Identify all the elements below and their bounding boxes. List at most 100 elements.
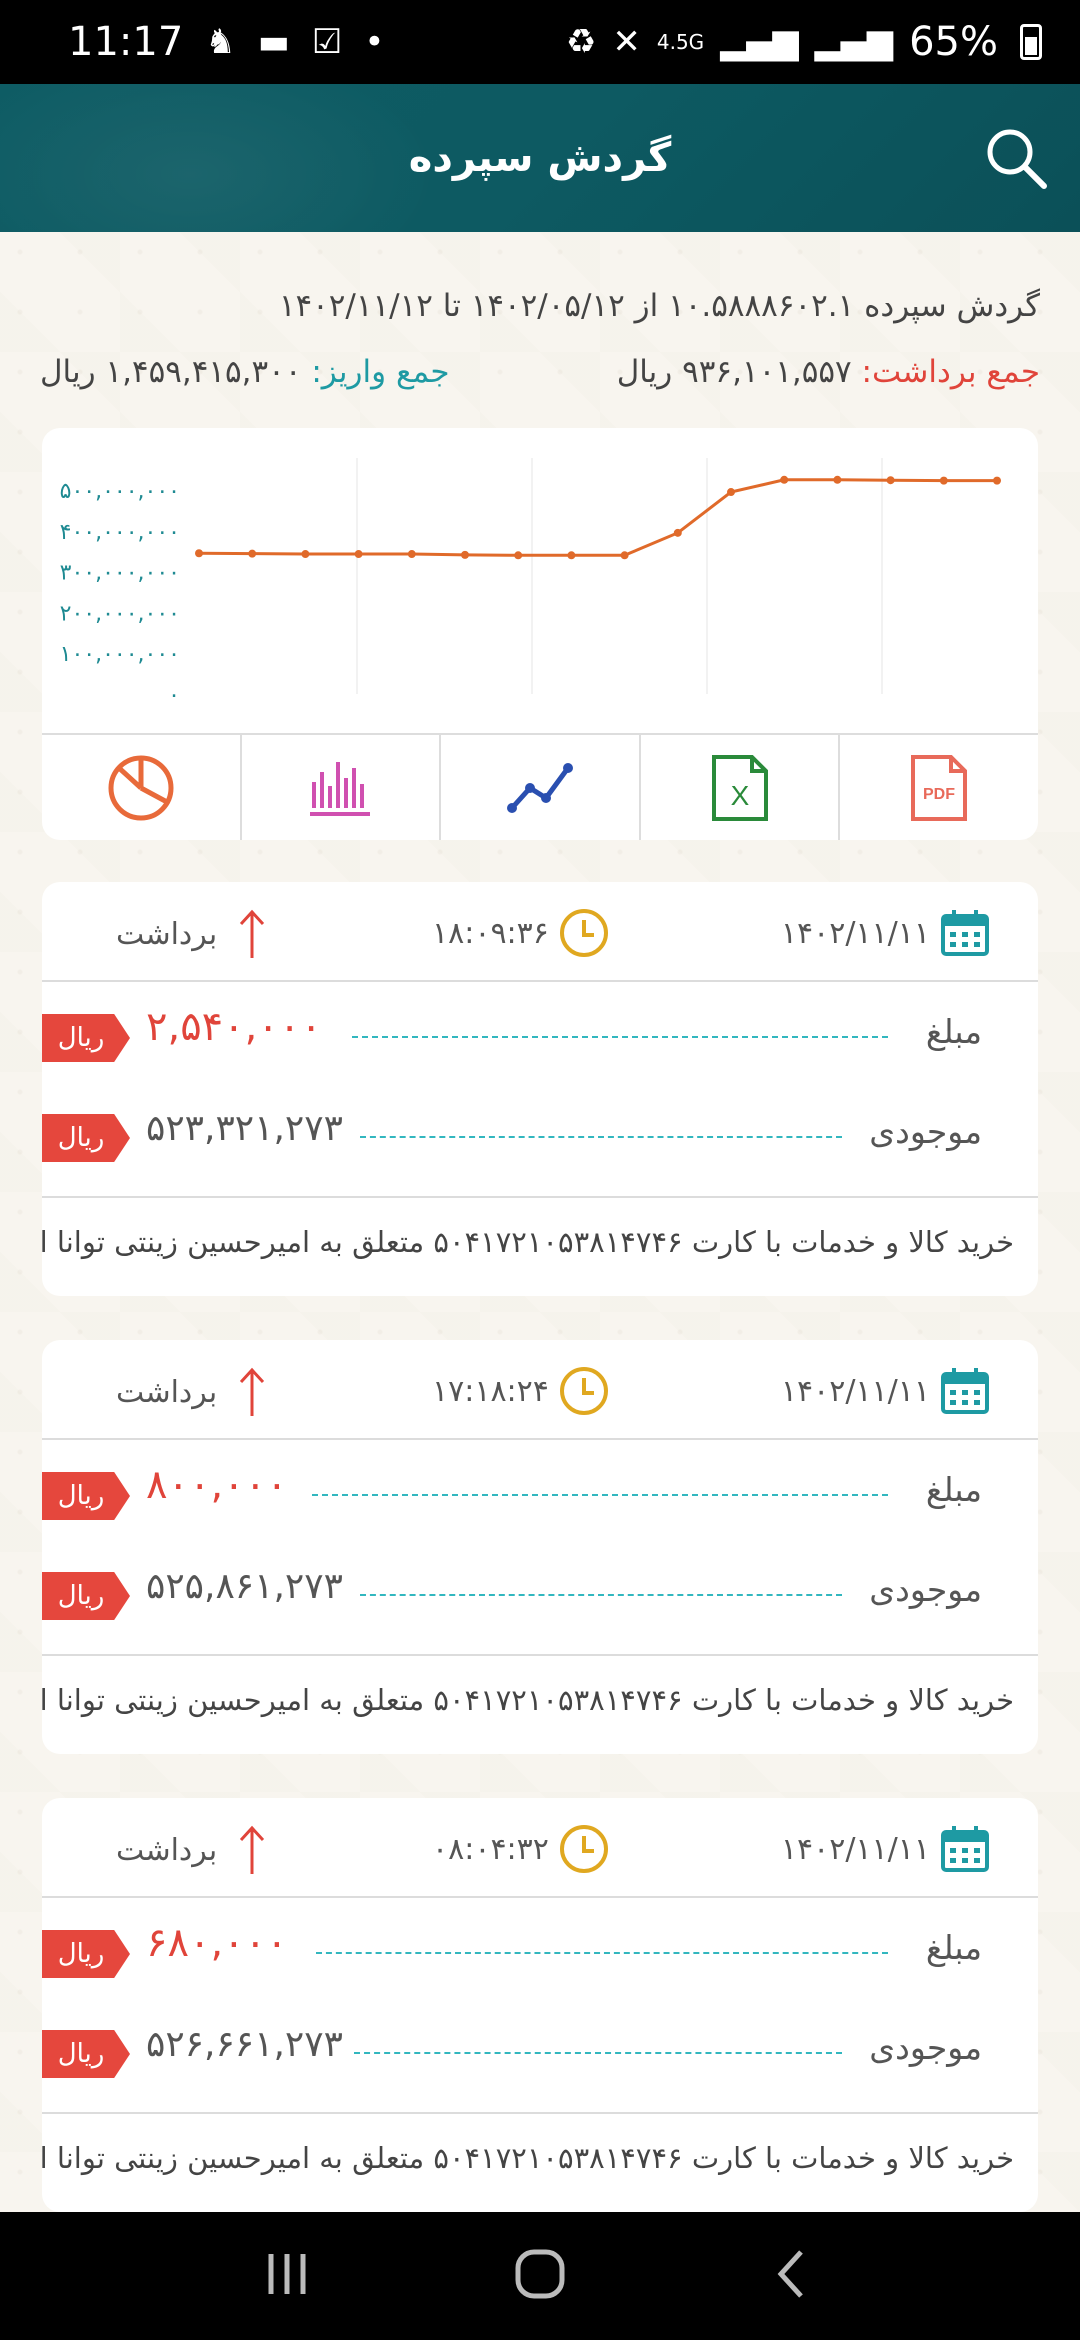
calendar-icon (941, 1826, 989, 1872)
chart-toolbar: X PDF (42, 733, 1038, 840)
transaction-amount: ۸۰۰,۰۰۰ (146, 1462, 288, 1508)
dotted-leader (316, 1952, 888, 1954)
pie-chart-icon (108, 755, 174, 820)
y-tick-label: ۵۰۰,۰۰۰,۰۰۰ (60, 479, 180, 504)
search-button[interactable] (980, 122, 1052, 194)
chart-card: ۵۰۰,۰۰۰,۰۰۰ ۴۰۰,۰۰۰,۰۰۰ ۳۰۰,۰۰۰,۰۰۰ ۲۰۰,۰۰۰… (42, 428, 1038, 840)
arrow-up-icon (240, 909, 265, 958)
balance-label: موجودی (869, 2028, 982, 2067)
bar-chart-icon (310, 761, 371, 816)
balance-label: موجودی (869, 1112, 982, 1151)
arrow-up-icon (240, 1367, 265, 1416)
transaction-card[interactable]: ۱۴۰۲/۱۱/۱۱ ۱۷:۱۸:۲۴ برداشت ریال ۸۰۰,۰۰۰ … (42, 1340, 1038, 1754)
dotted-leader (360, 1136, 842, 1138)
withdraw-label: جمع برداشت: (861, 354, 1040, 390)
amount-label: مبلغ (925, 1012, 982, 1051)
transaction-card[interactable]: ۱۴۰۲/۱۱/۱۱ ۰۸:۰۴:۳۲ برداشت ریال ۶۸۰,۰۰۰ … (42, 1798, 1038, 2212)
pdf-icon: PDF (911, 754, 968, 821)
chart-data-point (939, 476, 948, 485)
currency-badge: ریال (42, 1930, 130, 1978)
bar-chart-button[interactable] (242, 735, 442, 840)
dotted-leader (352, 1036, 888, 1038)
currency-badge: ریال (42, 2030, 130, 2078)
signal2-icon: ▂▄▆ (814, 22, 894, 62)
clock-icon (559, 1825, 608, 1873)
y-tick-label: ۴۰۰,۰۰۰,۰۰۰ (60, 520, 180, 545)
transaction-card[interactable]: ۱۴۰۲/۱۱/۱۱ ۱۸:۰۹:۳۶ برداشت ریال ۲,۵۴۰,۰۰… (42, 882, 1038, 1296)
notification-icon: ♞ (205, 22, 236, 62)
chart-data-point (248, 549, 257, 558)
balance-line-chart: ۵۰۰,۰۰۰,۰۰۰ ۴۰۰,۰۰۰,۰۰۰ ۳۰۰,۰۰۰,۰۰۰ ۲۰۰,۰۰۰… (60, 458, 1001, 708)
deposit-value: ۱,۴۵۹,۴۱۵,۳۰۰ ریال (40, 354, 302, 390)
transaction-description: خرید کالا و خدمات با کارت ۵۰۴۱۷۲۱۰۵۳۸۱۴۷… (42, 2141, 1014, 2175)
message-icon: ▬ (257, 22, 290, 62)
summary: گردش سپرده ۱۰.۵۸۸۸۶۰۲.۱ از ۱۴۰۲/۰۵/۱۲ تا… (40, 280, 1040, 398)
y-tick-label: ۳۰۰,۰۰۰,۰۰۰ (60, 561, 180, 586)
dotted-leader (354, 2052, 842, 2054)
home-icon (515, 2249, 565, 2299)
app-bar: گردش سپرده (0, 84, 1080, 232)
deposit-label: جمع واریز: (311, 354, 450, 390)
pdf-export-button[interactable]: PDF (840, 735, 1038, 840)
clock-icon (559, 909, 608, 957)
chart-data-point (461, 550, 469, 559)
currency-badge: ریال (42, 1014, 130, 1062)
summary-range: گردش سپرده ۱۰.۵۸۸۸۶۰۲.۱ از ۱۴۰۲/۰۵/۱۲ تا… (278, 288, 1040, 324)
withdraw-value: ۹۳۶,۱۰۱,۵۵۷ ریال (616, 354, 852, 390)
chart-data-point (301, 550, 310, 559)
currency-badge: ریال (42, 1472, 130, 1520)
transaction-amount: ۶۸۰,۰۰۰ (146, 1920, 288, 1966)
line-chart-button[interactable] (441, 735, 641, 840)
divider (42, 1654, 1038, 1656)
dot-icon: • (364, 22, 385, 62)
transaction-balance: ۵۲۵,۸۶۱,۲۷۳ (146, 1566, 343, 1607)
status-time: 11:17 (68, 19, 184, 65)
chart-data-point (620, 551, 629, 560)
pdf-icon-label: PDF (923, 786, 955, 803)
currency-badge: ریال (42, 1114, 130, 1162)
transaction-time: ۱۸:۰۹:۳۶ (432, 915, 549, 951)
chart-data-point (673, 528, 682, 537)
amount-row: ریال ۸۰۰,۰۰۰ مبلغ (42, 1460, 1038, 1530)
y-tick-label: ۰ (168, 683, 180, 708)
transaction-date: ۱۴۰۲/۱۱/۱۱ (780, 915, 930, 951)
dotted-leader (360, 1594, 842, 1596)
chart-data-point (886, 476, 895, 485)
system-nav-bar (0, 2212, 1080, 2340)
deposit-total: جمع واریز: ۱,۴۵۹,۴۱۵,۳۰۰ ریال (40, 346, 450, 398)
chart-data-point (727, 488, 735, 497)
excel-icon-label: X (730, 780, 749, 811)
back-button[interactable] (763, 2244, 823, 2308)
chart-data-point (780, 475, 789, 484)
network-type: 4.5G (656, 30, 705, 54)
transaction-type: برداشت (116, 1374, 218, 1410)
page-title: گردش سپرده (408, 135, 672, 181)
balance-row: ریال ۵۲۳,۳۲۱,۲۷۳ موجودی (42, 1102, 1038, 1172)
transaction-header: ۱۴۰۲/۱۱/۱۱ ۱۷:۱۸:۲۴ برداشت (42, 1340, 1038, 1440)
transaction-time: ۱۷:۱۸:۲۴ (432, 1373, 549, 1409)
transaction-time: ۰۸:۰۴:۳۲ (432, 1831, 549, 1867)
battery-percent: 65% (909, 19, 998, 65)
back-icon (777, 2250, 804, 2298)
chart-data-point (407, 550, 416, 559)
balance-row: ریال ۵۲۵,۸۶۱,۲۷۳ موجودی (42, 1560, 1038, 1630)
excel-icon: X (711, 754, 768, 821)
home-button[interactable] (510, 2244, 570, 2308)
pie-chart-button[interactable] (42, 735, 242, 840)
balance-row: ریال ۵۲۶,۶۶۱,۲۷۳ موجودی (42, 2018, 1038, 2088)
dotted-leader (312, 1494, 888, 1496)
transaction-amount: ۲,۵۴۰,۰۰۰ (146, 1004, 322, 1050)
transaction-description: خرید کالا و خدمات با کارت ۵۰۴۱۷۲۱۰۵۳۸۱۴۷… (42, 1683, 1014, 1717)
transaction-header: ۱۴۰۲/۱۱/۱۱ ۰۸:۰۴:۳۲ برداشت (42, 1798, 1038, 1898)
excel-export-button[interactable]: X (641, 735, 841, 840)
check-icon: ☑ (311, 22, 343, 62)
transaction-description: خرید کالا و خدمات با کارت ۵۰۴۱۷۲۱۰۵۳۸۱۴۷… (42, 1225, 1014, 1259)
battery-icon (1020, 24, 1042, 60)
recent-apps-button[interactable] (257, 2244, 317, 2308)
chart-data-point (833, 475, 842, 484)
calendar-icon (941, 1368, 989, 1414)
chart-series-line (198, 478, 997, 557)
divider (42, 2112, 1038, 2114)
mute-icon: ✕ (612, 22, 641, 62)
amount-row: ریال ۲,۵۴۰,۰۰۰ مبلغ (42, 1002, 1038, 1072)
